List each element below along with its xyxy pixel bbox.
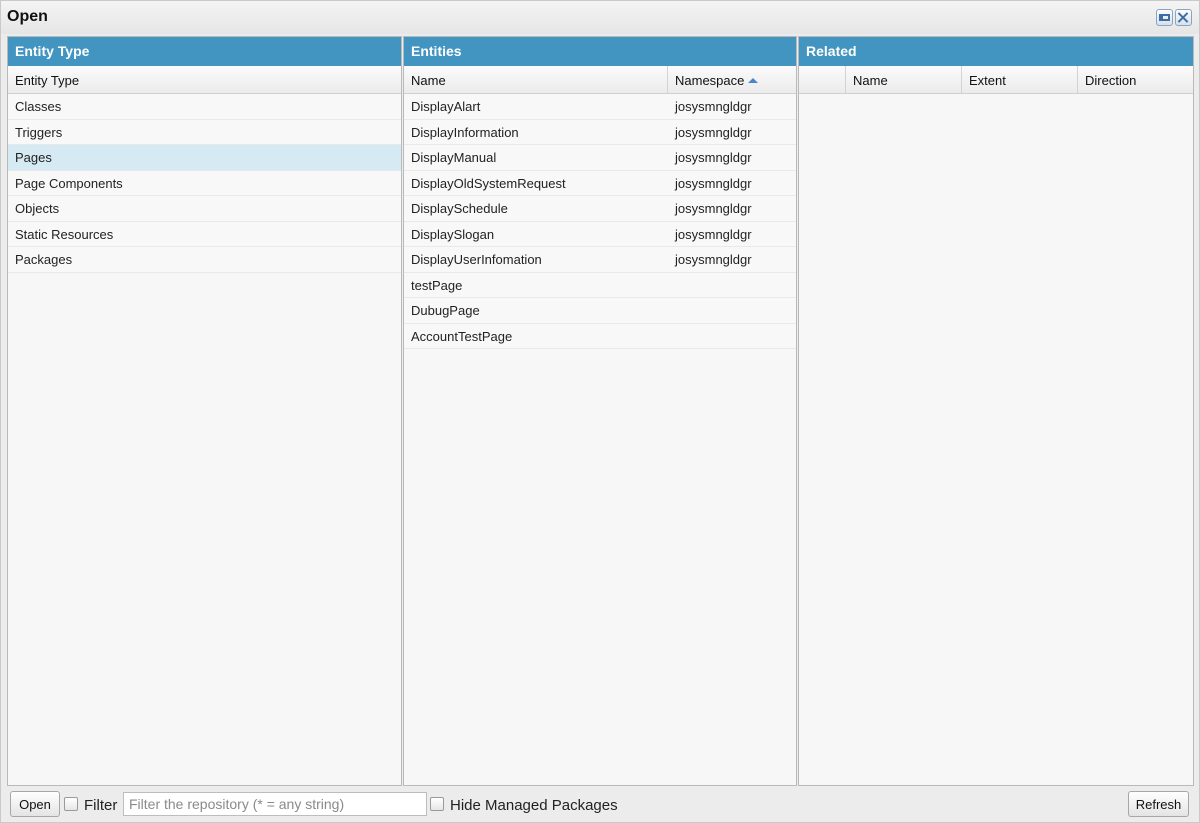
filter-label: Filter [84, 797, 118, 814]
hide-managed-packages-label: Hide Managed Packages [450, 797, 618, 814]
entity-row[interactable]: testPage [404, 272, 796, 298]
entity-row[interactable]: AccountTestPage [404, 323, 796, 349]
related-extent-column-header[interactable]: Extent [962, 66, 1078, 94]
related-direction-column-header[interactable]: Direction [1078, 66, 1193, 94]
entity-type-column-header-row: Entity Type [8, 66, 401, 94]
open-dialog: Open Entity Type Entity Type Classes Trig… [0, 0, 1200, 823]
entity-namespace-cell: josysmngldgr [675, 175, 752, 191]
sort-ascending-icon [748, 78, 759, 83]
entity-type-label: Objects [15, 201, 60, 216]
entity-row[interactable]: DisplayInformation josysmngldgr [404, 119, 796, 145]
pin-button[interactable] [1156, 9, 1173, 26]
entity-type-panel-header: Entity Type [8, 37, 401, 66]
refresh-button[interactable]: Refresh [1128, 791, 1189, 817]
entity-namespace-cell: josysmngldgr [675, 99, 752, 114]
entity-namespace-cell [668, 298, 675, 323]
entity-type-item[interactable]: Static Resources [8, 221, 401, 247]
entity-name-cell: DisplaySchedule [411, 201, 508, 216]
entity-name-cell: DisplayAlart [411, 99, 481, 114]
related-column-header-row: Name Extent Direction [799, 66, 1193, 94]
entity-type-item[interactable]: Triggers [8, 119, 401, 145]
entity-name-cell: DisplaySlogan [411, 226, 495, 242]
entities-list: DisplayAlart josysmngldgr DisplayInformati… [404, 94, 796, 349]
related-name-column-header[interactable]: Name [846, 66, 962, 94]
entity-type-item[interactable]: Objects [8, 196, 401, 222]
entity-type-list: Classes Triggers Pages Page Components Objec… [8, 94, 401, 273]
related-icon-column-header[interactable] [799, 66, 846, 94]
namespace-column-header[interactable]: Namespace [668, 66, 796, 94]
close-icon [1178, 12, 1189, 23]
entity-namespace-cell [668, 324, 675, 349]
entity-type-panel: Entity Type Entity Type Classes Triggers P… [7, 36, 402, 786]
entity-row[interactable]: DisplaySchedule josysmngldgr [404, 196, 796, 222]
entity-type-item[interactable]: Pages [8, 145, 401, 171]
related-panel-header: Related [799, 37, 1193, 66]
entities-panel-header: Entities [404, 37, 796, 66]
entities-column-header-row: Name Namespace [404, 66, 796, 94]
title-bar: Open [1, 1, 1199, 34]
entity-type-label: Triggers [15, 124, 63, 140]
entity-row[interactable]: DisplaySlogan josysmngldgr [404, 221, 796, 247]
entity-type-label: Static Resources [15, 226, 114, 242]
entity-namespace-cell: josysmngldgr [675, 226, 752, 242]
name-column-header[interactable]: Name [404, 66, 668, 94]
name-column-label: Name [411, 73, 446, 88]
entity-row[interactable]: DisplayAlart josysmngldgr [404, 94, 796, 120]
hide-managed-packages-checkbox[interactable] [430, 797, 444, 811]
entity-type-label: Packages [15, 252, 73, 267]
entity-namespace-cell: josysmngldgr [675, 201, 752, 216]
entity-namespace-cell: josysmngldgr [675, 150, 752, 165]
entity-namespace-cell: josysmngldgr [675, 252, 752, 267]
entity-namespace-cell: josysmngldgr [675, 124, 752, 140]
entity-name-cell: AccountTestPage [411, 328, 513, 344]
entity-row[interactable]: DisplayUserInfomation josysmngldgr [404, 247, 796, 273]
entity-name-cell: DisplayInformation [411, 124, 519, 140]
pin-icon [1159, 14, 1170, 21]
entity-name-cell: testPage [411, 277, 463, 293]
entity-type-item[interactable]: Page Components [8, 170, 401, 196]
entity-type-label: Page Components [15, 175, 123, 191]
entity-type-item[interactable]: Packages [8, 247, 401, 273]
entities-panel: Entities Name Namespace DisplayAlart josy… [403, 36, 797, 786]
entity-row[interactable]: DisplayManual josysmngldgr [404, 145, 796, 171]
dialog-title: Open [7, 8, 48, 25]
entity-row[interactable]: DisplayOldSystemRequest josysmngldgr [404, 170, 796, 196]
entity-name-cell: DisplayOldSystemRequest [411, 175, 566, 191]
open-button[interactable]: Open [10, 791, 60, 817]
close-button[interactable] [1175, 9, 1192, 26]
entity-type-label: Pages [15, 150, 52, 165]
entity-type-item[interactable]: Classes [8, 94, 401, 120]
related-panel: Related Name Extent Direction [798, 36, 1194, 786]
entity-name-cell: DisplayManual [411, 150, 497, 165]
entity-name-cell: DubugPage [411, 303, 480, 318]
namespace-column-label: Namespace [675, 73, 745, 88]
entity-namespace-cell [668, 273, 675, 298]
entity-name-cell: DisplayUserInfomation [411, 252, 542, 267]
filter-checkbox[interactable] [64, 797, 78, 811]
filter-input[interactable] [123, 792, 427, 816]
entity-type-label: Classes [15, 99, 62, 114]
entity-row[interactable]: DubugPage [404, 298, 796, 324]
entity-type-column-header[interactable]: Entity Type [8, 66, 401, 94]
